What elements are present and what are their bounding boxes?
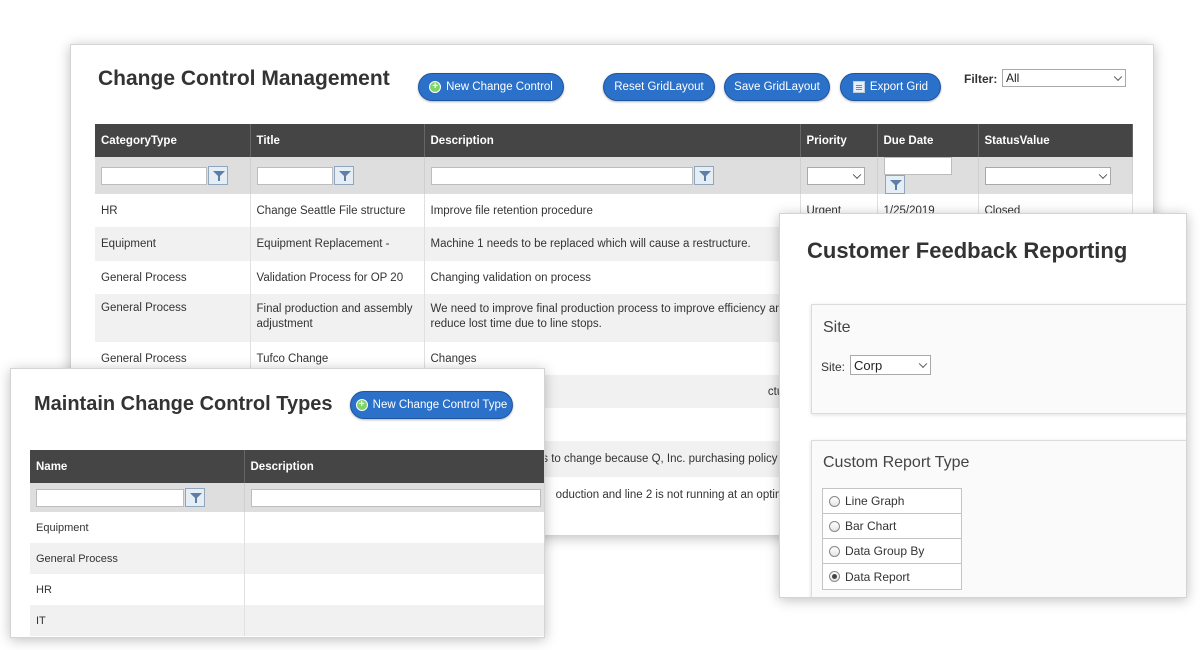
cell-categorytype: General Process <box>95 294 251 342</box>
radio-button-icon[interactable] <box>829 495 840 507</box>
report-type-group-title: Custom Report Type <box>823 454 970 471</box>
column-header-categorytype[interactable]: CategoryType <box>95 124 251 157</box>
cell-description <box>244 543 544 574</box>
new-change-control-button[interactable]: + New Change Control <box>418 73 564 101</box>
add-icon: + <box>355 399 368 411</box>
chevron-down-icon <box>852 170 861 179</box>
report-type-radio-group: Line Graph Bar Chart Data Group By Data … <box>822 488 962 590</box>
radio-button-icon[interactable] <box>829 545 840 557</box>
priority-filter-select[interactable] <box>806 166 865 185</box>
export-grid-button[interactable]: Export Grid <box>840 73 941 101</box>
site-select[interactable]: Corp <box>850 355 931 375</box>
title-filter-input[interactable] <box>256 166 333 185</box>
table-row[interactable]: HR <box>30 574 544 605</box>
categorytype-filter-input[interactable] <box>101 166 207 185</box>
cell-description <box>244 574 544 605</box>
radio-label: Line Graph <box>845 494 905 508</box>
statusvalue-filter-select[interactable] <box>984 166 1111 185</box>
radio-button-selected-icon[interactable] <box>829 571 840 582</box>
site-group-title: Site <box>823 319 851 336</box>
chevron-down-icon <box>1098 170 1107 179</box>
column-header-description[interactable]: Description <box>244 450 544 483</box>
filter-icon[interactable] <box>208 166 228 185</box>
column-header-description[interactable]: Description <box>424 124 801 157</box>
page-title: Change Control Management <box>98 67 390 90</box>
export-icon <box>852 81 865 93</box>
column-header-statusvalue[interactable]: StatusValue <box>978 124 1133 157</box>
table-row[interactable]: IT <box>30 605 544 636</box>
radio-label: Data Group By <box>845 544 925 558</box>
cell-description <box>244 605 544 636</box>
save-gridlayout-label: Save GridLayout <box>734 81 820 93</box>
cell-title: Equipment Replacement - <box>250 227 425 261</box>
filter-select-value: All <box>1006 71 1020 85</box>
radio-data-report[interactable]: Data Report <box>823 564 961 589</box>
table-row[interactable]: General Process <box>30 543 544 574</box>
cell-categorytype: HR <box>95 194 251 227</box>
chevron-down-icon <box>1113 72 1123 82</box>
cell-description: Changing validation on process <box>424 261 801 294</box>
site-group: Site Site: Corp <box>811 304 1186 414</box>
new-change-control-type-label: New Change Control Type <box>372 399 508 411</box>
column-header-due-date[interactable]: Due Date <box>877 124 979 157</box>
filter-icon[interactable] <box>333 166 354 185</box>
filter-icon[interactable] <box>185 488 205 507</box>
cell-description <box>244 512 544 543</box>
radio-label: Bar Chart <box>845 519 897 533</box>
site-select-value: Corp <box>854 357 883 373</box>
cell-title: Change Seattle File structure <box>250 194 425 227</box>
report-type-group: Custom Report Type Line Graph Bar Chart … <box>811 440 1186 597</box>
cell-title: Final production and assembly adjustment <box>250 294 425 342</box>
cell-categorytype: Equipment <box>95 227 251 261</box>
reset-gridlayout-label: Reset GridLayout <box>614 81 704 93</box>
radio-line-graph[interactable]: Line Graph <box>823 489 961 514</box>
filter-icon[interactable] <box>884 175 905 194</box>
radio-label: Data Report <box>845 569 910 584</box>
filter-label: Filter: <box>964 72 998 86</box>
filter-select[interactable]: All <box>1002 69 1126 87</box>
name-filter-input[interactable] <box>36 488 184 507</box>
column-header-priority[interactable]: Priority <box>800 124 878 157</box>
chevron-down-icon <box>918 359 928 369</box>
site-label: Site: <box>821 360 846 374</box>
panel-title: Maintain Change Control Types <box>34 393 333 415</box>
cell-description: Machine 1 needs to be replaced which wil… <box>424 227 801 261</box>
due-date-filter-input[interactable] <box>883 157 952 175</box>
new-change-control-label: New Change Control <box>446 81 553 93</box>
customer-feedback-panel: Customer Feedback Reporting Site Site: C… <box>779 213 1187 598</box>
table-row[interactable]: Equipment <box>30 512 544 543</box>
reset-gridlayout-button[interactable]: Reset GridLayout <box>603 73 715 101</box>
new-change-control-type-button[interactable]: + New Change Control Type <box>350 391 513 419</box>
column-header-title[interactable]: Title <box>250 124 425 157</box>
export-grid-label: Export Grid <box>869 81 929 93</box>
maintain-types-panel: Maintain Change Control Types + New Chan… <box>10 368 545 638</box>
description-filter-input[interactable] <box>250 488 541 507</box>
save-gridlayout-button[interactable]: Save GridLayout <box>724 73 830 101</box>
radio-bar-chart[interactable]: Bar Chart <box>823 514 961 539</box>
cell-name: HR <box>30 574 245 605</box>
filter-row <box>95 157 1133 194</box>
column-header-name[interactable]: Name <box>30 450 245 483</box>
description-filter-input[interactable] <box>430 166 693 185</box>
filter-row <box>30 483 544 512</box>
cell-categorytype: General Process <box>95 261 251 294</box>
add-icon: + <box>429 81 442 93</box>
cell-name: IT <box>30 605 245 636</box>
change-control-types-grid: Name Description Equipment General Proce… <box>30 450 544 636</box>
cell-name: General Process <box>30 543 245 574</box>
filter-icon[interactable] <box>693 166 714 185</box>
cell-title: Validation Process for OP 20 <box>250 261 425 294</box>
radio-data-group-by[interactable]: Data Group By <box>823 539 961 564</box>
cell-description: We need to improve final production proc… <box>424 294 801 342</box>
panel-title: Customer Feedback Reporting <box>807 238 1128 263</box>
cell-name: Equipment <box>30 512 245 543</box>
radio-button-icon[interactable] <box>829 520 840 532</box>
cell-description: Improve file retention procedure <box>424 194 801 227</box>
